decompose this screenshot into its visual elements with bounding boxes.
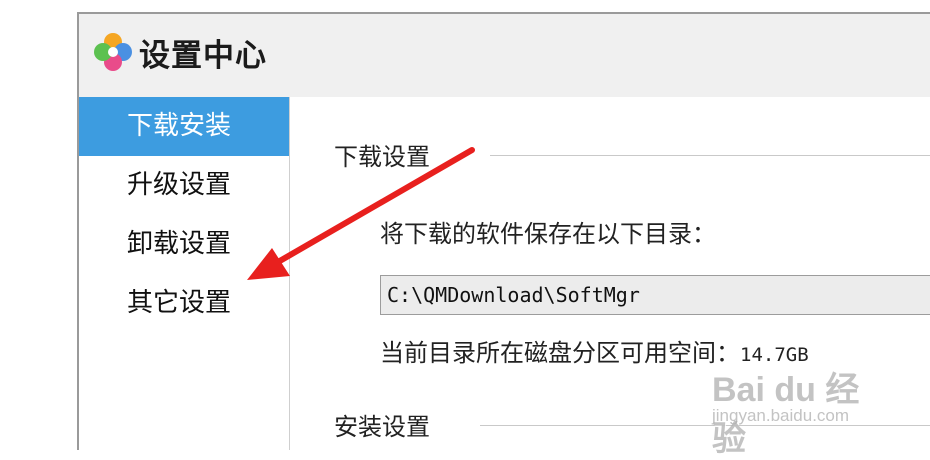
download-settings-heading: 下载设置 [334, 143, 430, 171]
save-dir-label: 将下载的软件保存在以下目录： [380, 220, 716, 248]
free-space-label: 当前目录所在磁盘分区可用空间： [380, 339, 740, 367]
section-divider [480, 425, 930, 426]
title-bar: 设置中心 [79, 14, 930, 96]
settings-content: 下载设置 将下载的软件保存在以下目录： 当前目录所在磁盘分区可用空间：14.7G… [290, 97, 930, 450]
window-title: 设置中心 [139, 38, 267, 74]
settings-sidebar: 下载安装 升级设置 卸载设置 其它设置 [79, 97, 290, 450]
free-space-text: 当前目录所在磁盘分区可用空间：14.7GB [380, 333, 809, 368]
app-logo-icon [94, 33, 132, 71]
sidebar-item-download-install[interactable]: 下载安装 [79, 97, 289, 156]
sidebar-item-uninstall-settings[interactable]: 卸载设置 [79, 215, 289, 274]
settings-window: 设置中心 下载安装 升级设置 卸载设置 其它设置 下载设置 将下载的软件保存在以… [77, 12, 930, 450]
free-space-value: 14.7GB [740, 344, 809, 366]
install-settings-heading: 安装设置 [334, 413, 430, 441]
sidebar-item-other-settings[interactable]: 其它设置 [79, 274, 289, 333]
sidebar-item-upgrade-settings[interactable]: 升级设置 [79, 156, 289, 215]
section-divider [490, 155, 930, 156]
save-dir-input[interactable] [380, 275, 930, 315]
